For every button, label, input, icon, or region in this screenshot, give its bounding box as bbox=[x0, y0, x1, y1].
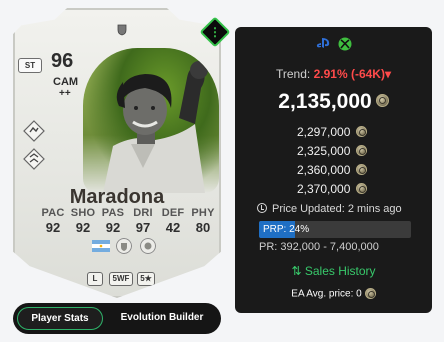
trend-line: Trend: 2.91% (-64K)▾ bbox=[235, 67, 432, 81]
stat-def: DEF 42 bbox=[161, 207, 185, 235]
skill-moves-pill: 5★ bbox=[137, 272, 155, 286]
argentina-flag-icon bbox=[92, 240, 110, 252]
list-item: 2,297,000 bbox=[297, 123, 368, 142]
price-range: PR: 392,000 - 7,400,000 bbox=[259, 241, 379, 253]
lowest-bin-list: 2,297,000 2,325,000 2,360,000 2,370,000 bbox=[297, 123, 368, 199]
coin-icon bbox=[375, 94, 389, 108]
stat-pas: PAS 92 bbox=[101, 207, 125, 235]
price-panel: Trend: 2.91% (-64K)▾ 2,135,000 2,297,000… bbox=[235, 27, 432, 313]
club-badge-icon bbox=[116, 238, 132, 254]
stat-dri: DRI 97 bbox=[133, 207, 153, 235]
player-card[interactable]: ST 96 CAM ++ Maradona PAC 92 SHO 92 PAS … bbox=[13, 8, 221, 298]
weak-foot-pill: 5WF bbox=[109, 272, 133, 286]
league-badge-icon bbox=[140, 238, 156, 254]
list-item: 2,370,000 bbox=[297, 180, 368, 199]
sales-history-label[interactable]: Sales History bbox=[305, 264, 376, 278]
coin-icon bbox=[356, 145, 368, 157]
view-tabs: Player Stats Evolution Builder bbox=[13, 303, 221, 334]
list-item: 2,360,000 bbox=[297, 161, 368, 180]
playstyle-plus-icon bbox=[23, 148, 45, 170]
coin-icon bbox=[356, 164, 368, 176]
trend-label: Trend: bbox=[276, 67, 311, 81]
stat-row: PAC 92 SHO 92 PAS 92 DRI 97 DEF 42 PHY 8… bbox=[40, 207, 216, 235]
more-vertical-icon[interactable]: ⋮ bbox=[206, 23, 224, 41]
playstation-icon[interactable] bbox=[316, 37, 332, 49]
stat-phy: PHY 80 bbox=[191, 207, 215, 235]
player-name: Maradona bbox=[69, 186, 165, 208]
xbox-icon[interactable] bbox=[338, 37, 352, 51]
trend-down-icon: ▾ bbox=[384, 67, 391, 81]
player-figure bbox=[103, 61, 208, 193]
preferred-foot-pill: L bbox=[87, 272, 103, 286]
sort-arrows-icon: ⇅ bbox=[291, 264, 302, 278]
sales-history-link[interactable]: ⇅ Sales History bbox=[235, 264, 432, 278]
coin-icon bbox=[356, 183, 368, 195]
trend-value: 2.91% (-64K) bbox=[313, 67, 385, 81]
prp-label: PRP: 24% bbox=[263, 224, 310, 235]
current-price-value: 2,135,000 bbox=[278, 90, 372, 113]
position-label: CAM bbox=[53, 76, 79, 88]
player-photo bbox=[83, 48, 219, 193]
coin-icon bbox=[364, 288, 376, 299]
stat-sho: SHO 92 bbox=[70, 207, 96, 235]
tab-player-stats[interactable]: Player Stats bbox=[17, 307, 103, 330]
clock-icon bbox=[257, 203, 267, 213]
ea-average-price: EA Avg. price: 0 bbox=[235, 288, 432, 300]
playstyle-icon bbox=[23, 120, 45, 142]
platform-switcher bbox=[316, 37, 352, 51]
card-crest-icon bbox=[117, 24, 127, 36]
list-item: 2,325,000 bbox=[297, 142, 368, 161]
overall-rating: 96 bbox=[51, 50, 74, 72]
alt-position-badge: ST bbox=[18, 58, 42, 73]
prp-bar: PRP: 24% bbox=[259, 221, 411, 238]
stat-pac: PAC 92 bbox=[41, 207, 65, 235]
price-updated: Price Updated: 2 mins ago bbox=[257, 203, 402, 215]
tab-evolution-builder[interactable]: Evolution Builder bbox=[109, 307, 215, 330]
current-price: 2,135,000 bbox=[235, 90, 432, 114]
position-plus: ++ bbox=[59, 88, 71, 99]
coin-icon bbox=[356, 126, 368, 138]
